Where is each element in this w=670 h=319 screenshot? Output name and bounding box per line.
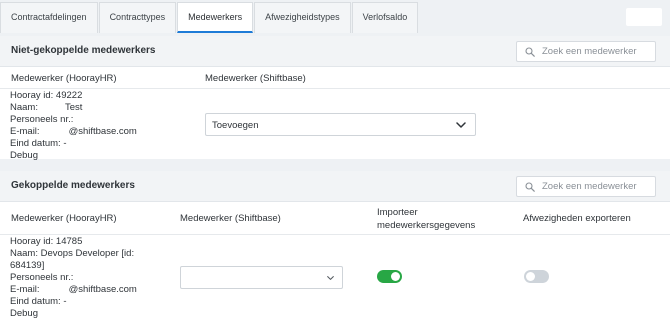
name-label: Naam: <box>10 102 38 113</box>
search-icon <box>525 47 535 57</box>
col-header-import-line-1: Importeer <box>377 207 418 218</box>
col-header-hoorayhr: Medewerker (HoorayHR) <box>11 213 117 224</box>
tab-contracttypes[interactable]: Contracttypes <box>98 2 177 33</box>
email-value: @shiftbase.com <box>68 284 137 295</box>
debug-link[interactable]: Debug <box>10 308 137 319</box>
toggle-knob <box>391 272 400 281</box>
linked-panel-header: Gekoppelde medewerkers Zoek een medewerk… <box>0 171 670 202</box>
tab-bar: Contractafdelingen Contracttypes Medewer… <box>0 0 670 33</box>
name-line-1: Naam: Devops Developer [id: <box>10 248 135 259</box>
divider <box>0 234 670 235</box>
unlinked-employee-info: Hooray id: 49222 Naam: Test Personeels nr… <box>10 90 137 162</box>
name-value: Test <box>64 102 83 113</box>
col-header-import-line-2: medewerkersgegevens <box>377 220 476 231</box>
search-placeholder: Zoek een medewerker <box>542 181 637 192</box>
search-placeholder: Zoek een medewerker <box>542 46 637 57</box>
tab-bar-blank-area <box>626 8 662 26</box>
select-value: Toevoegen <box>212 120 259 131</box>
col-header-shiftbase: Medewerker (Shiftbase) <box>180 213 281 224</box>
debug-link[interactable]: Debug <box>10 150 137 162</box>
tab-medewerkers[interactable]: Medewerkers <box>177 2 254 33</box>
unlinked-search-input[interactable]: Zoek een medewerker <box>516 41 656 62</box>
unlinked-panel-title: Niet-gekoppelde medewerkers <box>11 45 156 56</box>
linked-employees-panel: Gekoppelde medewerkers Zoek een medewerk… <box>0 171 670 319</box>
col-header-hoorayhr: Medewerker (HoorayHR) <box>11 73 117 84</box>
unlinked-employees-panel: Niet-gekoppelde medewerkers Zoek een med… <box>0 36 670 162</box>
col-header-shiftbase: Medewerker (Shiftbase) <box>205 73 306 84</box>
shiftbase-employee-select[interactable] <box>180 266 343 289</box>
linked-search-input[interactable]: Zoek een medewerker <box>516 176 656 197</box>
linked-employee-info: Hooray id: 14785 Naam: Devops Developer … <box>10 236 137 319</box>
chevron-down-icon <box>327 276 334 280</box>
end-date: Eind datum: - <box>10 138 67 149</box>
shiftbase-employee-select[interactable]: Toevoegen <box>205 113 476 136</box>
hooray-id: Hooray id: 49222 <box>10 90 83 101</box>
linked-panel-title: Gekoppelde medewerkers <box>11 180 135 191</box>
import-employee-data-toggle[interactable] <box>377 270 402 283</box>
search-icon <box>525 182 535 192</box>
col-header-import: Importeer medewerkersgegevens <box>377 206 475 232</box>
email-value: @shiftbase.com <box>68 126 137 137</box>
personnel-number: Personeels nr.: <box>10 114 74 125</box>
export-absences-toggle[interactable] <box>524 270 549 283</box>
unlinked-panel-header: Niet-gekoppelde medewerkers Zoek een med… <box>0 36 670 67</box>
email-label: E-mail: <box>10 126 40 137</box>
end-date: Eind datum: - <box>10 296 67 307</box>
tab-contractafdelingen[interactable]: Contractafdelingen <box>0 2 98 33</box>
chevron-down-icon <box>456 122 466 128</box>
hooray-id: Hooray id: 14785 <box>10 236 83 247</box>
email-label: E-mail: <box>10 284 40 295</box>
tab-afwezigheidstypes[interactable]: Afwezigheidstypes <box>254 2 351 33</box>
personnel-number: Personeels nr.: <box>10 272 74 283</box>
name-line-2: 684139] <box>10 260 45 271</box>
divider <box>0 88 670 89</box>
toggle-knob <box>526 272 535 281</box>
tab-verlofsaldo[interactable]: Verlofsaldo <box>351 2 419 33</box>
col-header-absence-export: Afwezigheden exporteren <box>523 213 631 224</box>
